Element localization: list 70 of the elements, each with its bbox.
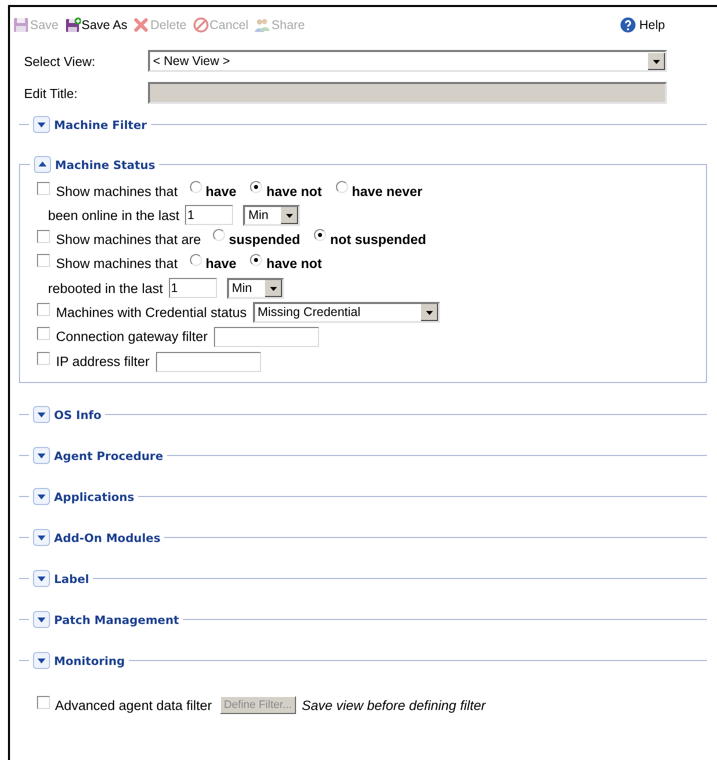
field-label: Select View: <box>24 54 96 68</box>
dropdown-arrow-icon <box>648 52 665 70</box>
section-title[interactable]: Machine Status <box>55 158 156 172</box>
help-icon <box>620 17 636 33</box>
hint-text: Save view before defining filter <box>302 698 486 712</box>
radio-label: have <box>206 184 236 198</box>
radio-label: have not <box>266 184 322 198</box>
dropdown-arrow-icon <box>264 280 282 296</box>
radio-label: have not <box>266 256 322 271</box>
option-label: Show machines that <box>56 184 178 198</box>
cross-icon <box>133 17 150 33</box>
dropdown[interactable]: Min <box>243 204 300 226</box>
prohibited-icon <box>192 17 209 33</box>
option-label: rebooted in the last <box>48 280 163 296</box>
option-label: IP address filter <box>56 354 150 369</box>
checkbox[interactable] <box>37 254 50 267</box>
checkbox[interactable] <box>37 327 50 340</box>
expand-toggle-icon[interactable] <box>33 652 50 669</box>
checkbox[interactable] <box>37 302 50 316</box>
option-label: Connection gateway filter <box>56 329 208 344</box>
expand-toggle-icon[interactable] <box>33 529 50 546</box>
radio-button[interactable] <box>336 181 348 193</box>
radio-button[interactable] <box>212 229 225 241</box>
radio-button[interactable] <box>250 254 262 266</box>
radio-button[interactable] <box>190 254 202 266</box>
section-title[interactable]: Machine Filter <box>54 118 147 132</box>
dropdown[interactable]: Min <box>226 278 284 298</box>
radio-button[interactable] <box>314 229 326 241</box>
option-label: Show machines that <box>56 256 178 271</box>
expand-toggle-icon[interactable] <box>33 447 50 464</box>
floppy-disk-plus-icon <box>64 17 80 33</box>
option-label: been online in the last <box>48 208 180 222</box>
section-title[interactable]: Agent Procedure <box>54 448 164 462</box>
radio-label: not suspended <box>330 232 426 246</box>
save-as-button[interactable]: Save As <box>64 17 128 33</box>
checkbox[interactable] <box>37 230 50 242</box>
collapse-toggle-icon[interactable] <box>34 156 51 173</box>
checkbox[interactable] <box>37 696 50 708</box>
checkbox[interactable] <box>37 352 50 365</box>
radio-label: have <box>206 256 236 271</box>
expand-toggle-icon[interactable] <box>33 116 50 133</box>
radio-label: suspended <box>228 232 300 246</box>
section-title[interactable]: OS Info <box>54 408 102 422</box>
radio-button[interactable] <box>190 181 202 193</box>
expand-toggle-icon[interactable] <box>33 406 50 423</box>
checkbox[interactable] <box>37 182 50 194</box>
expand-toggle-icon[interactable] <box>33 488 50 505</box>
input-field[interactable]: 1 <box>185 205 234 225</box>
section-title[interactable]: Monitoring <box>54 654 125 668</box>
field-label: Edit Title: <box>24 86 78 100</box>
option-label: Show machines that are <box>56 232 201 246</box>
people-icon <box>254 17 270 33</box>
dropdown[interactable]: Missing Credential <box>252 302 440 322</box>
option-label: Advanced agent data filter <box>55 698 212 712</box>
input-field[interactable] <box>214 326 319 346</box>
dropdown-arrow-icon <box>420 304 438 320</box>
dropdown[interactable]: < New View > <box>148 50 667 72</box>
dropdown-arrow-icon <box>281 206 298 224</box>
help-button[interactable]: Help <box>620 17 665 33</box>
radio-label: have never <box>352 184 422 198</box>
input-field[interactable]: 1 <box>168 278 217 298</box>
input-field[interactable] <box>156 352 261 372</box>
radio-button[interactable] <box>250 181 262 193</box>
section-title[interactable]: Applications <box>54 490 134 504</box>
expand-toggle-icon[interactable] <box>33 611 50 628</box>
section-title[interactable]: Add-On Modules <box>54 530 160 544</box>
option-label: Machines with Credential status <box>56 304 247 320</box>
expand-toggle-icon[interactable] <box>33 570 50 587</box>
section-title[interactable]: Patch Management <box>54 612 180 626</box>
section-title[interactable]: Label <box>54 572 90 586</box>
